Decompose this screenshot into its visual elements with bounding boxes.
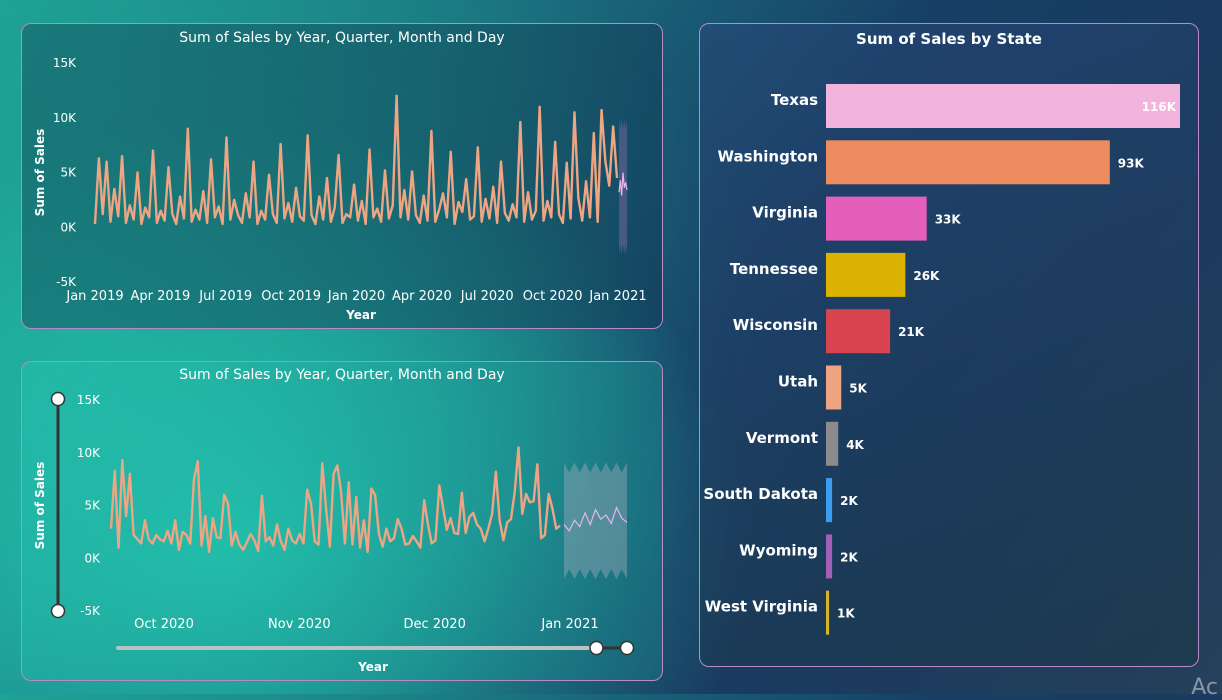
bar-texas[interactable]	[826, 84, 1180, 128]
y-tick-label: 15K	[53, 56, 77, 70]
bar-wyoming[interactable]	[826, 534, 833, 579]
x-tick-label: Nov 2020	[268, 617, 331, 632]
bar-west-virginia[interactable]	[826, 590, 830, 635]
category-label: Vermont	[746, 429, 818, 447]
sales-line[interactable]	[93, 94, 619, 226]
bar-chart-panel[interactable]: Sum of Sales by State Texas 116K Washingto…	[699, 23, 1199, 667]
x-tick-label: Oct 2020	[134, 617, 194, 632]
y-axis-label: Sum of Sales	[33, 462, 47, 550]
category-label: Wisconsin	[733, 316, 818, 334]
x-tick-label: Jan 2019	[65, 289, 123, 304]
y-axis-label: Sum of Sales	[33, 129, 47, 217]
watermark-text: Ac	[1191, 675, 1218, 700]
x-tick-label: Jan 2021	[540, 617, 598, 632]
data-label: 1K	[837, 607, 855, 621]
x-tick-label: Dec 2020	[403, 617, 465, 632]
line-chart-panel-top[interactable]: Sum of Sales by Year, Quarter, Month and…	[21, 23, 663, 329]
x-tick-label: Oct 2020	[523, 289, 583, 304]
y-range-slider-handle-bottom[interactable]	[50, 603, 66, 619]
x-axis-label: Year	[345, 308, 376, 322]
y-tick-label: -5K	[56, 275, 77, 289]
data-label: 116K	[1142, 100, 1177, 114]
x-tick-label: Jul 2020	[460, 289, 514, 304]
line-chart-panel-bottom[interactable]: Sum of Sales by Year, Quarter, Month and…	[21, 361, 663, 681]
category-label: Washington	[718, 147, 818, 165]
y-tick-label: 0K	[84, 551, 101, 565]
x-tick-label: Jan 2020	[327, 289, 385, 304]
x-axis-label: Year	[357, 660, 388, 674]
bar-chart[interactable]: Texas 116K Washington 93K Virginia 33K Tenness…	[700, 24, 1200, 668]
category-label: Wyoming	[739, 541, 818, 559]
category-label: West Virginia	[705, 598, 818, 616]
x-range-slider-handle-start[interactable]	[589, 640, 604, 656]
forecast-band	[564, 462, 627, 580]
data-label: 4K	[846, 438, 864, 452]
data-label: 5K	[849, 382, 867, 396]
data-label: 2K	[840, 550, 858, 564]
y-tick-label: 5K	[60, 166, 77, 180]
y-tick-label: -5K	[80, 604, 101, 618]
bar-tennessee[interactable]	[826, 252, 906, 297]
bar-utah[interactable]	[826, 365, 842, 410]
x-tick-label: Jan 2021	[588, 289, 646, 304]
x-tick-label: Apr 2020	[392, 289, 452, 304]
category-label: Tennessee	[730, 260, 818, 278]
bar-wisconsin[interactable]	[826, 309, 891, 354]
line-chart-top[interactable]: 15K 10K 5K 0K -5K Sum of Sales Jan 2019 Apr 201…	[22, 24, 664, 330]
x-tick-label: Oct 2019	[261, 289, 321, 304]
y-tick-label: 0K	[60, 220, 77, 234]
bar-vermont[interactable]	[826, 421, 839, 466]
category-label: Utah	[778, 373, 818, 391]
x-tick-label: Apr 2019	[131, 289, 191, 304]
y-tick-label: 15K	[77, 393, 101, 407]
bar-south-dakota[interactable]	[826, 478, 833, 523]
y-tick-label: 10K	[53, 111, 77, 125]
x-tick-label: Jul 2019	[198, 289, 252, 304]
category-label: South Dakota	[703, 485, 818, 503]
data-label: 26K	[913, 269, 940, 283]
data-label: 2K	[840, 494, 858, 508]
data-label: 93K	[1118, 156, 1145, 170]
y-tick-label: 5K	[84, 499, 101, 513]
category-label: Virginia	[752, 204, 818, 222]
category-label: Texas	[771, 91, 818, 109]
bar-washington[interactable]	[826, 140, 1110, 185]
x-range-slider-handle-end[interactable]	[619, 640, 635, 656]
line-chart-bottom[interactable]: 15K 10K 5K 0K -5K Sum of Sales Oct 2020 Nov 202…	[22, 362, 664, 682]
sales-line[interactable]	[109, 446, 561, 554]
y-range-slider-handle-top[interactable]	[50, 391, 66, 407]
bar-virginia[interactable]	[826, 196, 927, 241]
y-tick-label: 10K	[77, 446, 101, 460]
data-label: 21K	[898, 325, 925, 339]
data-label: 33K	[935, 213, 962, 227]
